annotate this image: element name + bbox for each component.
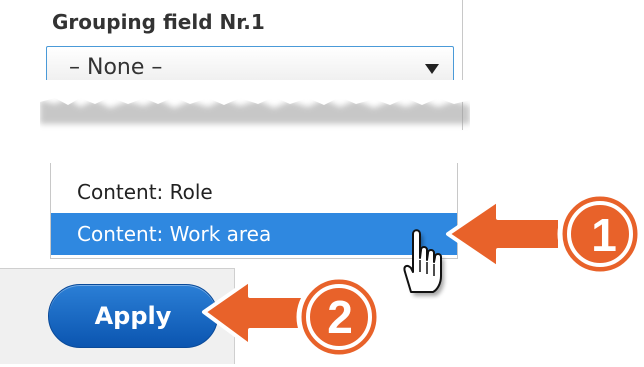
hand-pointer-icon xyxy=(403,229,444,296)
grouping-field-label: Grouping field Nr.1 xyxy=(52,10,265,34)
callout-number-1: 1 xyxy=(591,209,617,261)
apply-button[interactable]: Apply xyxy=(48,284,218,348)
option-content-role[interactable]: Content: Role xyxy=(51,171,457,213)
callout-number-2: 2 xyxy=(327,291,353,343)
torn-paper-divider xyxy=(40,80,470,124)
triangle-down-icon xyxy=(425,64,439,74)
select-current-value: – None – xyxy=(69,55,163,80)
